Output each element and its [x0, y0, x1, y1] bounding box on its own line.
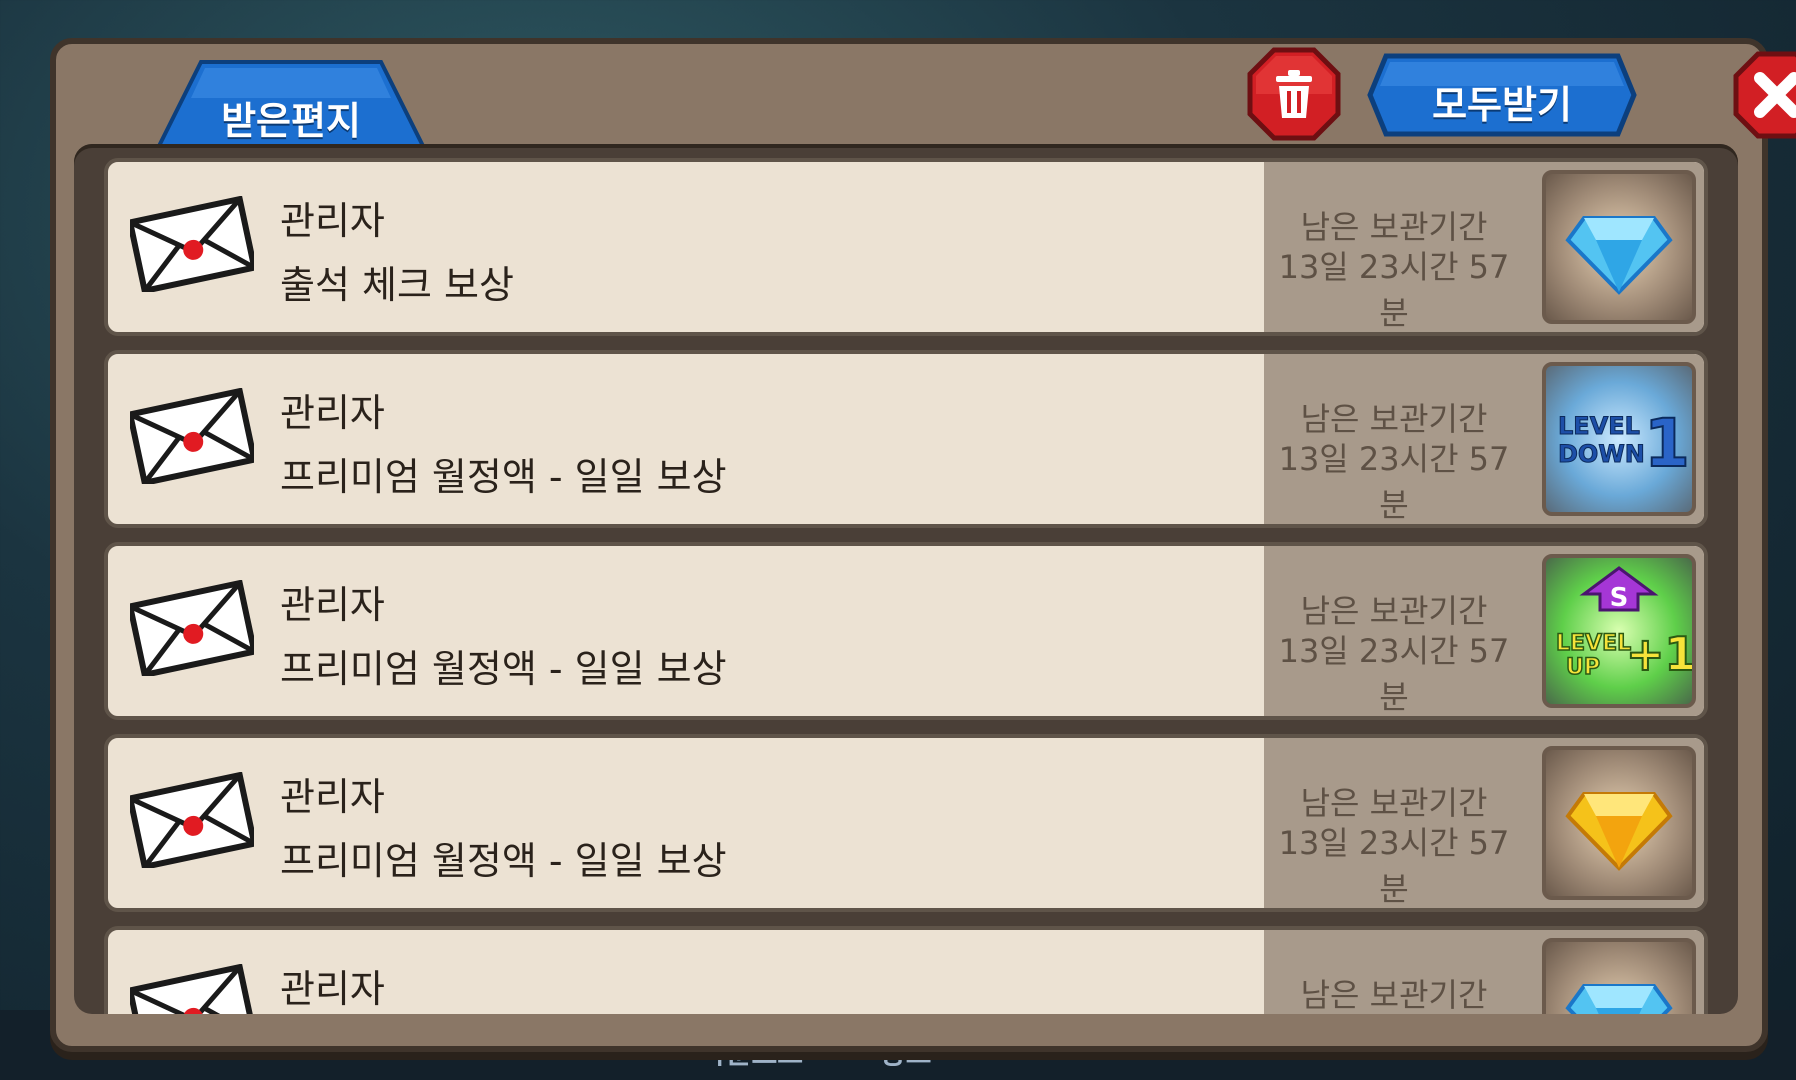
- mail-sender: 관리자: [280, 199, 385, 243]
- remaining-period-value: 13일 23시간 57분: [1278, 632, 1510, 716]
- blue-diamond-icon: [1565, 984, 1673, 1014]
- level-up-text-up: UP: [1566, 655, 1600, 680]
- mail-list-frame: 관리자 출석 체크 보상 남은 보관기간 13일 23시간 57분 관리자 프리…: [74, 144, 1738, 1014]
- close-icon: [1733, 51, 1796, 139]
- envelope-icon: [130, 772, 254, 868]
- remaining-period-value: 13일 23시간 57분: [1278, 248, 1510, 332]
- reward-slot: [1542, 746, 1696, 900]
- level-up-icon: S LEVEL UP +1: [1555, 566, 1692, 682]
- level-down-icon: LEVEL DOWN 1: [1558, 404, 1691, 483]
- remaining-period-value: 13일 23시간 57분: [1278, 440, 1510, 524]
- envelope-icon: [130, 580, 254, 676]
- yellow-diamond-icon: [1565, 792, 1673, 871]
- close-button[interactable]: [1732, 50, 1796, 140]
- mail-sender: 관리자: [280, 583, 385, 627]
- blue-diamond-icon: [1565, 216, 1673, 295]
- receive-all-label: 모두받기: [1432, 83, 1572, 127]
- tab-label: 받은편지: [221, 99, 361, 143]
- mail-list[interactable]: 관리자 출석 체크 보상 남은 보관기간 13일 23시간 57분 관리자 프리…: [104, 158, 1708, 1014]
- mail-item[interactable]: 관리자 프리미엄 월정액 - 일일 보상 남은 보관기간 13일 23시간 57…: [104, 542, 1708, 720]
- trash-icon: [1247, 47, 1341, 141]
- level-up-text-s: S: [1610, 583, 1629, 613]
- mail-sender: 관리자: [280, 967, 385, 1011]
- mail-item[interactable]: 관리자 프리미엄 월정액 - 일일 보상 남은 보관기간 13일 23시간 57…: [104, 350, 1708, 528]
- remaining-period-value: 13일 23시간 57분: [1278, 824, 1510, 908]
- level-down-text-down: DOWN: [1558, 440, 1645, 468]
- reward-slot: [1542, 938, 1696, 1014]
- mail-sender: 관리자: [280, 775, 385, 819]
- remaining-period-label: 남은 보관기간: [1300, 976, 1488, 1014]
- level-up-text-level: LEVEL: [1556, 631, 1631, 656]
- envelope-icon: [130, 196, 254, 292]
- level-up-text-number: +1: [1626, 627, 1692, 681]
- envelope-icon: [130, 964, 254, 1014]
- mail-subject: 프리미엄 월정액 - 일일 보상: [280, 839, 727, 883]
- reward-slot: [1542, 170, 1696, 324]
- level-down-text-number: 1: [1644, 405, 1690, 482]
- reward-slot: S LEVEL UP +1: [1542, 554, 1696, 708]
- mailbox-panel: 받은편지 모두받기 관리자 출석 체크 보상 남은 보관기간 13일 23시간 …: [50, 38, 1796, 1052]
- mail-item[interactable]: 관리자 프리미엄 월정액 - 일일 보상 남은 보관기간 13일 23시간 57…: [104, 734, 1708, 912]
- tab-received-mail[interactable]: 받은편지: [151, 58, 431, 154]
- receive-all-button[interactable]: 모두받기: [1366, 52, 1638, 138]
- level-down-text-level: LEVEL: [1558, 412, 1640, 440]
- mail-subject: 출석 체크 보상: [280, 263, 514, 307]
- delete-button[interactable]: [1246, 46, 1342, 142]
- reward-slot: LEVEL DOWN 1: [1542, 362, 1696, 516]
- mail-item[interactable]: 관리자 출석 체크 보상 남은 보관기간 13일 23시간 57분: [104, 158, 1708, 336]
- envelope-icon: [130, 388, 254, 484]
- mail-sender: 관리자: [280, 391, 385, 435]
- mail-subject: 프리미엄 월정액 - 일일 보상: [280, 647, 727, 691]
- mail-subject: 프리미엄 월정액 - 일일 보상: [280, 455, 727, 499]
- mail-item[interactable]: 관리자 남은 보관기간: [104, 926, 1708, 1014]
